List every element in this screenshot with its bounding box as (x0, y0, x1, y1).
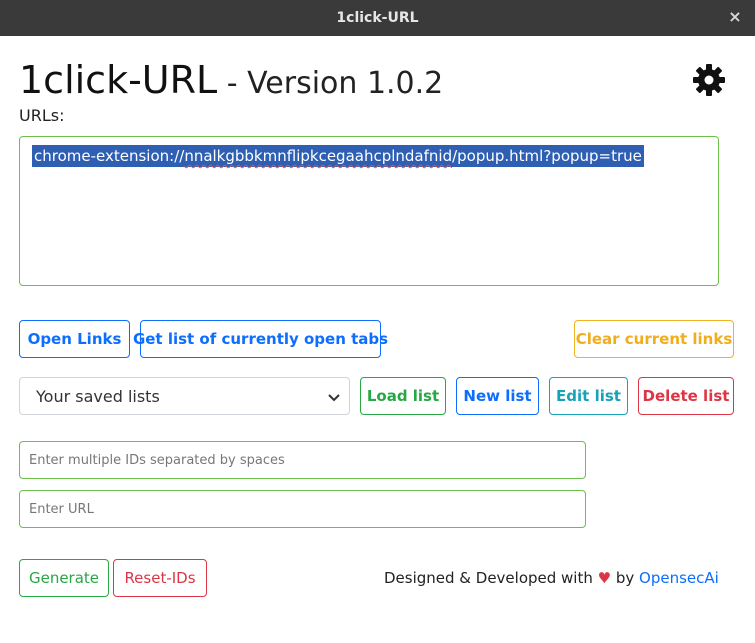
urls-label: URLs: (19, 106, 65, 125)
generate-button[interactable]: Generate (19, 559, 109, 597)
open-links-button[interactable]: Open Links (19, 320, 130, 358)
reset-ids-button[interactable]: Reset-IDs (113, 559, 207, 597)
url-input[interactable]: Enter URL (19, 490, 586, 528)
author-link[interactable]: OpensecAi (639, 569, 719, 587)
close-icon[interactable]: × (727, 8, 743, 26)
get-open-tabs-button[interactable]: Get list of currently open tabs (133, 320, 388, 358)
saved-lists-selected: Your saved lists (36, 386, 160, 406)
app-version: - Version 1.0.2 (217, 66, 444, 101)
clear-links-button[interactable]: Clear current links (574, 320, 734, 358)
gear-icon[interactable] (693, 64, 725, 96)
ids-input[interactable]: Enter multiple IDs separated by spaces (19, 441, 586, 479)
new-list-button[interactable]: New list (456, 377, 539, 415)
saved-lists-select[interactable]: Your saved lists (19, 377, 350, 415)
window-title: 1click-URL (336, 10, 419, 26)
urls-textarea[interactable]: chrome-extension://nnalkgbbkmnflipkcegaa… (19, 136, 719, 286)
app-name: 1click-URL (19, 58, 218, 102)
delete-list-button[interactable]: Delete list (638, 377, 734, 415)
url-prefix: chrome-extension:// (34, 147, 185, 165)
page-title: 1click-URL - Version 1.0.2 (19, 56, 443, 112)
credits-text: Designed & Developed with (384, 569, 598, 587)
selected-url-text: chrome-extension://nnalkgbbkmnflipkcegaa… (32, 145, 644, 167)
footer-credits: Designed & Developed with ♥ by OpensecAi (384, 569, 719, 587)
edit-list-button[interactable]: Edit list (549, 377, 628, 415)
load-list-button[interactable]: Load list (360, 377, 446, 415)
heart-icon: ♥ (597, 569, 612, 587)
chevron-down-icon (328, 394, 340, 402)
url-extension-id: nnalkgbbkmnflipkcegaahcplndafnid (184, 147, 453, 165)
url-suffix: /popup.html?popup=true (452, 147, 642, 165)
credits-by: by (611, 569, 640, 587)
window-titlebar: 1click-URL × (0, 0, 755, 36)
